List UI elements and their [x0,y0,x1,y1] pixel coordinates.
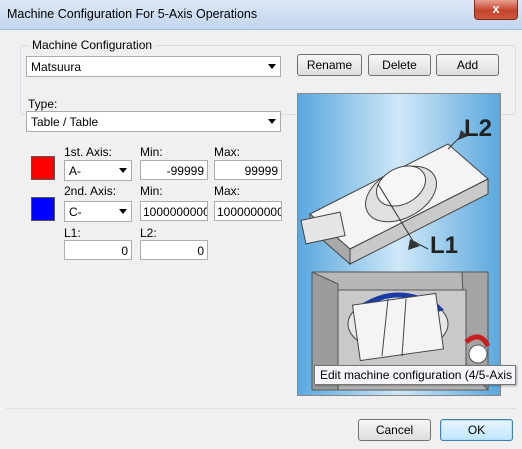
axis1-select[interactable]: A- [64,160,132,181]
close-icon: x [492,1,500,16]
delete-button[interactable]: Delete [368,54,431,76]
axis1-min-field[interactable]: -99999 [140,160,208,180]
axis2-label: 2nd. Axis: [64,184,117,198]
add-button[interactable]: Add [436,54,499,76]
chevron-down-icon [119,168,127,173]
machine-select[interactable]: Matsuura [26,56,281,77]
window-title: Machine Configuration For 5-Axis Operati… [7,7,258,21]
title-bar: Machine Configuration For 5-Axis Operati… [0,0,522,30]
axis2-min-label: Min: [140,184,163,198]
axis1-max-label: Max: [214,145,241,159]
l2-field[interactable]: 0 [140,240,208,260]
l1-field[interactable]: 0 [64,240,132,260]
rename-button[interactable]: Rename [297,54,362,76]
axis2-color-swatch[interactable] [31,197,55,221]
type-select-value: Table / Table [31,115,99,129]
l1-diagram-label: L1 [430,232,458,259]
l1-label: L1: [64,226,81,240]
machine-select-value: Matsuura [31,60,82,74]
axis2-select-value: C- [69,205,82,219]
machine-preview-image: L2 L1 [297,93,501,396]
dialog-body: Machine Configuration Matsuura Rename De… [6,30,516,443]
axis2-select[interactable]: C- [64,201,132,222]
l2-diagram-label: L2 [464,115,492,142]
ok-button[interactable]: OK [440,419,513,441]
close-button[interactable]: x [474,0,518,20]
axis2-min-field[interactable]: 1000000000000 [140,201,208,221]
machine-configuration-label: Machine Configuration [29,38,156,52]
type-label: Type: [28,97,58,111]
axis1-max-field[interactable]: 99999 [214,160,282,180]
axis2-max-field[interactable]: 1000000000000 [214,201,282,221]
axis2-max-label: Max: [214,184,241,198]
axis1-select-value: A- [69,164,81,178]
axis1-min-label: Min: [140,145,163,159]
preview-tooltip: Edit machine configuration (4/5-Axis o [314,365,516,385]
footer: Cancel OK [6,409,516,443]
axis1-color-swatch[interactable] [31,156,55,180]
cancel-button[interactable]: Cancel [358,419,431,441]
table-table-illustration-icon: L2 L1 [300,115,492,392]
chevron-down-icon [119,209,127,214]
type-select[interactable]: Table / Table [26,111,281,132]
axis1-label: 1st. Axis: [64,145,113,159]
chevron-down-icon [268,119,276,124]
l2-label: L2: [140,226,157,240]
chevron-down-icon [268,64,276,69]
